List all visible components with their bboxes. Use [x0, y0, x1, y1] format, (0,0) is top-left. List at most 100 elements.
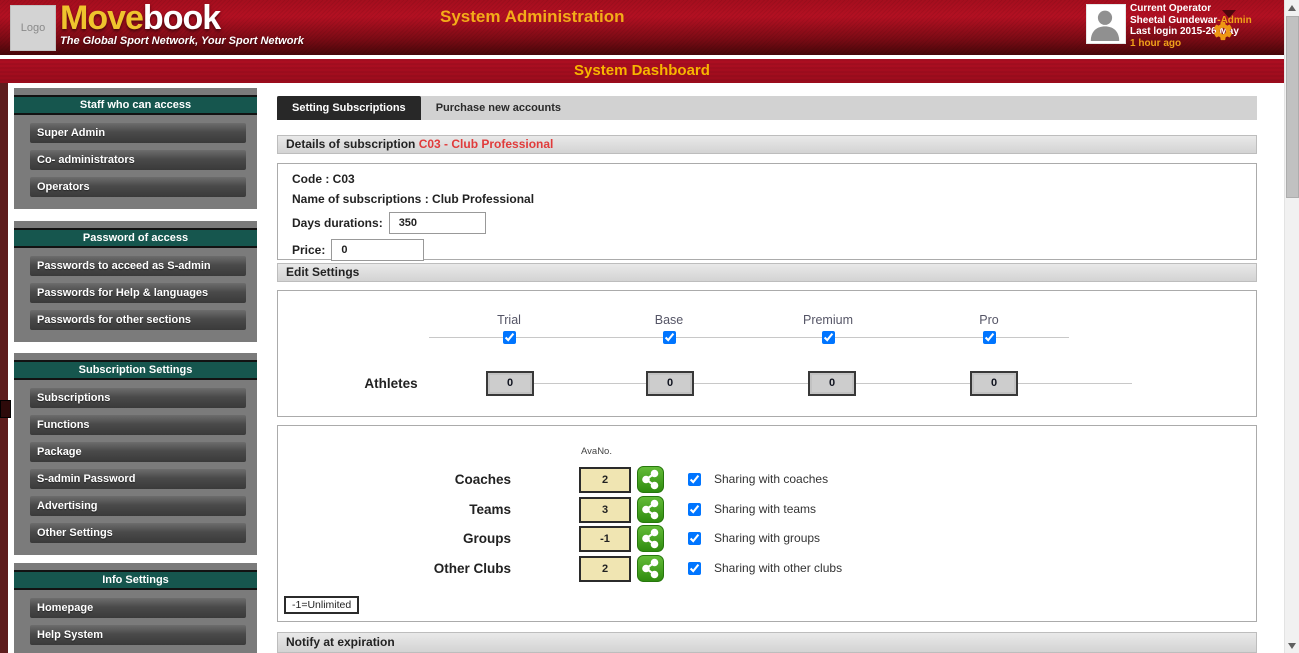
athletes-label: Athletes	[364, 376, 418, 391]
person-icon	[1090, 10, 1120, 41]
days-durations-label: Days durations:	[292, 215, 383, 230]
athletes-pro-value[interactable]: 0	[970, 371, 1018, 396]
athletes-base-value[interactable]: 0	[646, 371, 694, 396]
price-input[interactable]	[331, 239, 425, 261]
app-header: Logo Movebook The Global Sport Network, …	[0, 0, 1284, 55]
share-icon-coaches[interactable]	[637, 466, 664, 493]
brand-tagline: The Global Sport Network, Your Sport Net…	[60, 35, 304, 47]
column-label-trial: Trial	[497, 313, 521, 327]
sharing-coaches-checkbox[interactable]	[688, 473, 701, 486]
subscription-details-panel: Code : C03 Name of subscriptions : Club …	[277, 163, 1257, 261]
groups-avano-input[interactable]	[579, 526, 631, 552]
sidebar-item-co-administrators[interactable]: Co- administrators	[30, 150, 246, 170]
subscription-name-line: Name of subscriptions : Club Professiona…	[292, 192, 535, 206]
base-checkbox[interactable]	[663, 331, 676, 344]
sharing-row-teams: Teams Sharing with teams	[371, 496, 1251, 523]
chevron-down-icon[interactable]	[1222, 10, 1236, 18]
brand: Movebook The Global Sport Network, Your …	[60, 1, 304, 47]
athletes-trial-value[interactable]: 0	[486, 371, 534, 396]
tab-setting-subscriptions[interactable]: Setting Subscriptions	[277, 96, 421, 120]
sidebar-section-info: Info Settings Homepage Help System	[14, 563, 257, 653]
logo: Logo	[10, 5, 56, 51]
sidebar-section-title: Password of access	[14, 228, 257, 248]
sidebar-item-operators[interactable]: Operators	[30, 177, 246, 197]
edit-settings-panel: Trial Base Premium Pro Athletes 0 0 0 0	[277, 290, 1257, 417]
ava-no-label: AvaNo.	[581, 446, 612, 457]
sidebar-item-passwords-sadmin[interactable]: Passwords to acceed as S-admin	[30, 256, 246, 276]
scrollbar-thumb[interactable]	[1286, 16, 1299, 198]
edit-settings-header: Edit Settings	[277, 263, 1257, 282]
sidebar-item-sadmin-password[interactable]: S-admin Password	[30, 469, 246, 489]
athletes-premium-value[interactable]: 0	[808, 371, 856, 396]
row-label-coaches: Coaches	[454, 472, 511, 487]
premium-checkbox[interactable]	[822, 331, 835, 344]
sharing-panel: AvaNo. Coaches Sharing with coaches	[277, 425, 1257, 622]
sidebar-item-help-system[interactable]: Help System	[30, 625, 246, 645]
brand-name: Movebook	[60, 1, 304, 35]
dashboard-banner: System Dashboard	[0, 59, 1284, 83]
details-section-header: Details of subscription C03 - Club Profe…	[277, 135, 1257, 154]
notify-expiration-header: Notify at expiration	[277, 632, 1257, 653]
sharing-teams-checkbox[interactable]	[688, 503, 701, 516]
price-label: Price:	[292, 242, 326, 257]
sidebar-section-title: Info Settings	[14, 570, 257, 590]
row-label-teams: Teams	[469, 502, 511, 517]
sidebar-section-title: Staff who can access	[14, 95, 257, 115]
column-label-pro: Pro	[979, 313, 999, 327]
sidebar-item-subscriptions[interactable]: Subscriptions	[30, 388, 246, 408]
share-icon-groups[interactable]	[637, 525, 664, 552]
sharing-other-clubs-checkbox[interactable]	[688, 562, 701, 575]
sidebar-item-advertising[interactable]: Advertising	[30, 496, 246, 516]
page-title: System Administration	[440, 7, 625, 26]
sidebar-section-subscription: Subscription Settings Subscriptions Func…	[14, 353, 257, 555]
days-durations-input[interactable]	[388, 212, 486, 234]
page: Logo Movebook The Global Sport Network, …	[0, 0, 1299, 653]
row-label-other-clubs: Other Clubs	[433, 561, 511, 576]
avatar[interactable]	[1086, 4, 1126, 44]
tab-purchase-new-accounts[interactable]: Purchase new accounts	[421, 96, 576, 120]
tab-bar: Setting Subscriptions Purchase new accou…	[277, 96, 1257, 120]
share-icon-other-clubs[interactable]	[637, 555, 664, 582]
sidebar-section-staff: Staff who can access Super Admin Co- adm…	[14, 88, 257, 209]
brand-book: book	[142, 0, 221, 37]
unlimited-note: -1=Unlimited	[284, 596, 360, 614]
column-axis-line	[429, 337, 1069, 338]
sidebar-item-functions[interactable]: Functions	[30, 415, 246, 435]
sidebar-item-passwords-help[interactable]: Passwords for Help & languages	[30, 283, 246, 303]
left-border-strip	[0, 83, 8, 653]
scrollbar-up-icon[interactable]	[1288, 5, 1296, 11]
sharing-teams-label: Sharing with teams	[714, 502, 817, 516]
logo-label: Logo	[20, 22, 46, 34]
sidebar-item-homepage[interactable]: Homepage	[30, 598, 246, 618]
other-clubs-avano-input[interactable]	[579, 556, 631, 582]
left-edge-marker	[0, 400, 11, 418]
teams-avano-input[interactable]	[579, 497, 631, 523]
row-label-groups: Groups	[462, 531, 511, 546]
gear-icon[interactable]	[1212, 20, 1234, 42]
sidebar-section-passwords: Password of access Passwords to acceed a…	[14, 221, 257, 342]
column-label-premium: Premium	[802, 313, 853, 327]
code-line: Code : C03	[292, 172, 355, 186]
sharing-groups-checkbox[interactable]	[688, 532, 701, 545]
trial-checkbox[interactable]	[503, 331, 516, 344]
details-header-subscription: C03 - Club Professional	[418, 137, 554, 151]
sharing-row-groups: Groups Sharing with groups	[371, 525, 1251, 552]
scrollbar-down-icon[interactable]	[1288, 643, 1296, 649]
sidebar-item-passwords-other[interactable]: Passwords for other sections	[30, 310, 246, 330]
sharing-row-coaches: Coaches Sharing with coaches	[371, 466, 1251, 493]
sidebar-item-other-settings[interactable]: Other Settings	[30, 523, 246, 543]
brand-move: Move	[60, 0, 144, 37]
sharing-other-clubs-label: Sharing with other clubs	[714, 561, 843, 575]
coaches-avano-input[interactable]	[579, 467, 631, 493]
dashboard-title: System Dashboard	[574, 62, 710, 79]
share-icon-teams[interactable]	[637, 496, 664, 523]
operator-name: Sheetal Gundewar	[1130, 14, 1218, 26]
sidebar-item-super-admin[interactable]: Super Admin	[30, 123, 246, 143]
sharing-groups-label: Sharing with groups	[714, 531, 821, 545]
sidebar-item-package[interactable]: Package	[30, 442, 246, 462]
sharing-coaches-label: Sharing with coaches	[714, 472, 829, 486]
column-label-base: Base	[654, 313, 684, 327]
sidebar-section-title: Subscription Settings	[14, 360, 257, 380]
sharing-row-other-clubs: Other Clubs Sharing with other clubs	[371, 555, 1251, 582]
pro-checkbox[interactable]	[983, 331, 996, 344]
